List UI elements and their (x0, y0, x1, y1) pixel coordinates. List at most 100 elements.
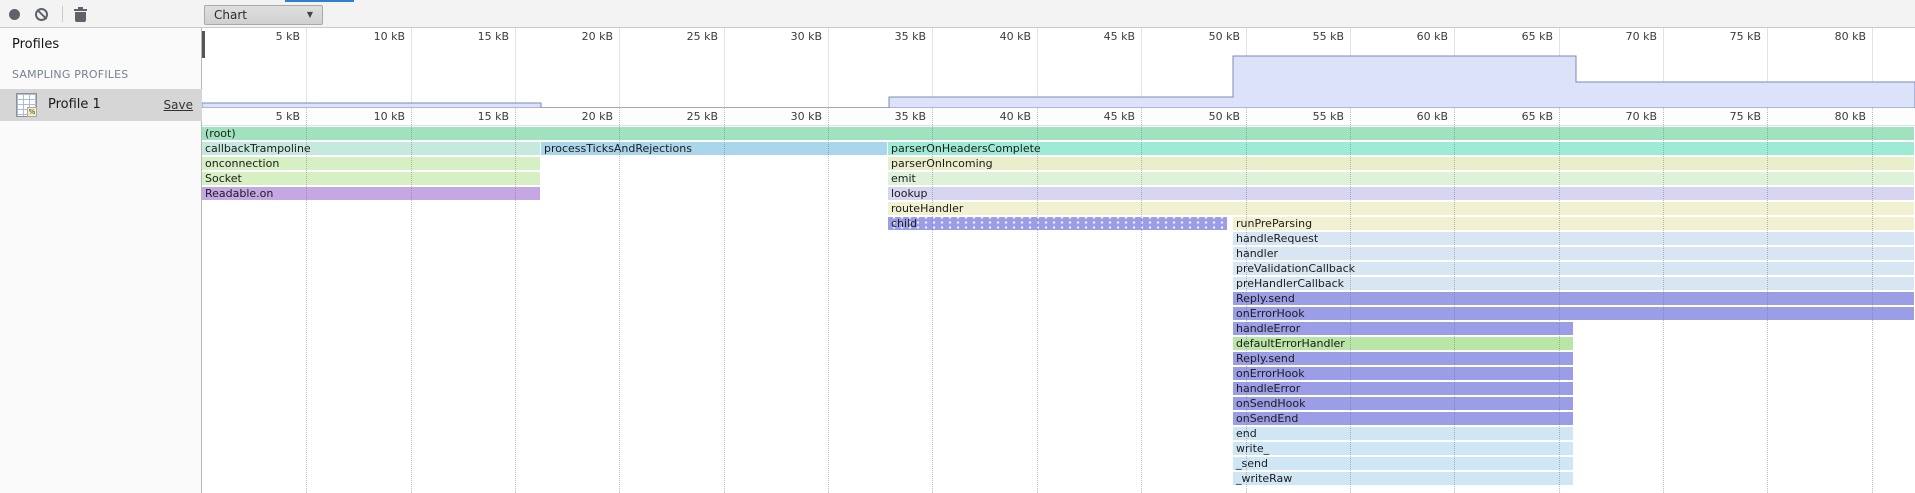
flame-bar-label: lookup (888, 187, 1914, 200)
view-mode-label: Chart (214, 8, 247, 22)
sidebar: Profiles SAMPLING PROFILES % Profile 1 S… (0, 28, 202, 493)
range-handle-left[interactable] (202, 31, 205, 58)
flame-bar-Socket[interactable]: Socket (202, 172, 540, 185)
overview-ruler-label: 50 kB (1180, 30, 1240, 43)
overview-ruler-label: 55 kB (1284, 30, 1344, 43)
profile-list-item[interactable]: % Profile 1 Save (0, 89, 202, 121)
flame-bar-write_[interactable]: write_ (1233, 442, 1573, 455)
flame-bar-_send[interactable]: _send (1233, 457, 1573, 470)
overview-ruler-label: 60 kB (1388, 30, 1448, 43)
save-link[interactable]: Save (164, 98, 193, 112)
flame-bar-processTicksAndRejections[interactable]: processTicksAndRejections (541, 142, 887, 155)
flame-bar-onErrorHook[interactable]: onErrorHook (1233, 307, 1914, 320)
flame-bar-label: handleRequest (1233, 232, 1914, 245)
memory-overview[interactable]: 5 kB10 kB15 kB20 kB25 kB30 kB35 kB40 kB4… (202, 28, 1915, 108)
flame-bar-label: Readable.on (202, 187, 540, 200)
overview-ruler-label: 5 kB (240, 30, 300, 43)
flame-bar-label: routeHandler (888, 202, 1914, 215)
flame-bar-label: onSendHook (1233, 397, 1573, 410)
trash-icon[interactable] (74, 7, 87, 22)
flame-bar-label: handleError (1233, 322, 1573, 335)
overview-ruler-label: 35 kB (866, 30, 926, 43)
overview-ruler-label: 70 kB (1597, 30, 1657, 43)
sampling-profiles-heading: SAMPLING PROFILES (12, 68, 128, 81)
flame-ruler: 5 kB10 kB15 kB20 kB25 kB30 kB35 kB40 kB4… (202, 108, 1915, 126)
flame-bar-label: onconnection (202, 157, 540, 170)
flame-bar-onErrorHook[interactable]: onErrorHook (1233, 367, 1573, 380)
flame-bar-label: preHandlerCallback (1233, 277, 1914, 290)
flame-ruler-label: 70 kB (1597, 110, 1657, 123)
flame-bar-lookup[interactable]: lookup (888, 187, 1914, 200)
flame-bar-label: onSendEnd (1233, 412, 1573, 425)
flame-bar-label: defaultErrorHandler (1233, 337, 1573, 350)
flame-bar-parserOnHeadersComplete[interactable]: parserOnHeadersComplete (888, 142, 1914, 155)
flame-bar-Reply.send[interactable]: Reply.send (1233, 292, 1914, 305)
flame-chart-region: 5 kB10 kB15 kB20 kB25 kB30 kB35 kB40 kB4… (202, 28, 1915, 493)
overview-ruler-label: 75 kB (1701, 30, 1761, 43)
flame-bar-label: handler (1233, 247, 1914, 260)
flame-bar-onconnection[interactable]: onconnection (202, 157, 540, 170)
trash-icon-lid (74, 9, 87, 11)
flame-bar-onSendHook[interactable]: onSendHook (1233, 397, 1573, 410)
flame-bar-Reply.send[interactable]: Reply.send (1233, 352, 1573, 365)
flame-bar-emit[interactable]: emit (888, 172, 1914, 185)
flame-bar-(root)[interactable]: (root) (202, 127, 1914, 140)
flame-bar-defaultErrorHandler[interactable]: defaultErrorHandler (1233, 337, 1573, 350)
flame-bar-child[interactable]: child (888, 217, 1227, 230)
flame-bar-label: end (1233, 427, 1573, 440)
flame-bar-runPreParsing[interactable]: runPreParsing (1233, 217, 1914, 230)
flame-bar-label: preValidationCallback (1233, 262, 1914, 275)
flame-bar-end[interactable]: end (1233, 427, 1573, 440)
flame-ruler-label: 10 kB (345, 110, 405, 123)
trash-icon-body (75, 12, 86, 22)
flame-bar-preValidationCallback[interactable]: preValidationCallback (1233, 262, 1914, 275)
flame-bar-label: runPreParsing (1233, 217, 1914, 230)
flame-bar-label: onErrorHook (1233, 307, 1914, 320)
flame-ruler-label: 50 kB (1180, 110, 1240, 123)
flame-bar-onSendEnd[interactable]: onSendEnd (1233, 412, 1573, 425)
flame-ruler-label: 65 kB (1493, 110, 1553, 123)
flame-ruler-label: 40 kB (971, 110, 1031, 123)
overview-ruler-label: 15 kB (449, 30, 509, 43)
chevron-down-icon: ▼ (307, 6, 313, 24)
active-tab-accent (285, 0, 354, 2)
flame-bar-label: Socket (202, 172, 540, 185)
overview-ruler-label: 80 kB (1806, 30, 1866, 43)
overview-ruler-label: 30 kB (762, 30, 822, 43)
flame-bar-handleError[interactable]: handleError (1233, 322, 1573, 335)
flame-bar-callbackTrampoline[interactable]: callbackTrampoline (202, 142, 540, 155)
flame-bar-parserOnIncoming[interactable]: parserOnIncoming (888, 157, 1914, 170)
flame-bar-Readable.on[interactable]: Readable.on (202, 187, 540, 200)
flame-ruler-label: 55 kB (1284, 110, 1344, 123)
flame-ruler-label: 20 kB (553, 110, 613, 123)
memory-panel: Chart ▼ Profiles SAMPLING PROFILES % Pro… (0, 0, 1915, 493)
flame-ruler-label: 45 kB (1075, 110, 1135, 123)
flame-ruler-label: 35 kB (866, 110, 926, 123)
flame-bar-label: _writeRaw (1233, 472, 1573, 485)
flame-ruler-label: 5 kB (240, 110, 300, 123)
clear-icon-slash (37, 9, 48, 20)
view-mode-select[interactable]: Chart ▼ (204, 5, 323, 25)
flame-bar-label: callbackTrampoline (202, 142, 540, 155)
profile-name: Profile 1 (48, 97, 101, 112)
flame-bar-label: child (888, 217, 1227, 230)
flame-bar-label: emit (888, 172, 1914, 185)
flame-bar-preHandlerCallback[interactable]: preHandlerCallback (1233, 277, 1914, 290)
flame-bar-handleError[interactable]: handleError (1233, 382, 1573, 395)
toolbar-separator (62, 6, 63, 22)
clear-icon[interactable] (35, 8, 48, 21)
flame-ruler-label: 60 kB (1388, 110, 1448, 123)
flame-bar-handler[interactable]: handler (1233, 247, 1914, 260)
overview-ruler-label: 65 kB (1493, 30, 1553, 43)
toolbar: Chart ▼ (0, 0, 1915, 28)
flame-bar-routeHandler[interactable]: routeHandler (888, 202, 1914, 215)
flame-bar-label: parserOnIncoming (888, 157, 1914, 170)
flame-ruler-label: 30 kB (762, 110, 822, 123)
flame-bar-handleRequest[interactable]: handleRequest (1233, 232, 1914, 245)
overview-ruler-label: 20 kB (553, 30, 613, 43)
record-icon[interactable] (9, 9, 20, 20)
flame-rows: (root) callbackTrampolineprocessTicksAndR… (202, 127, 1915, 493)
flame-bar-label: Reply.send (1233, 352, 1573, 365)
flame-bar-_writeRaw[interactable]: _writeRaw (1233, 472, 1573, 485)
flame-bar-label: parserOnHeadersComplete (888, 142, 1914, 155)
